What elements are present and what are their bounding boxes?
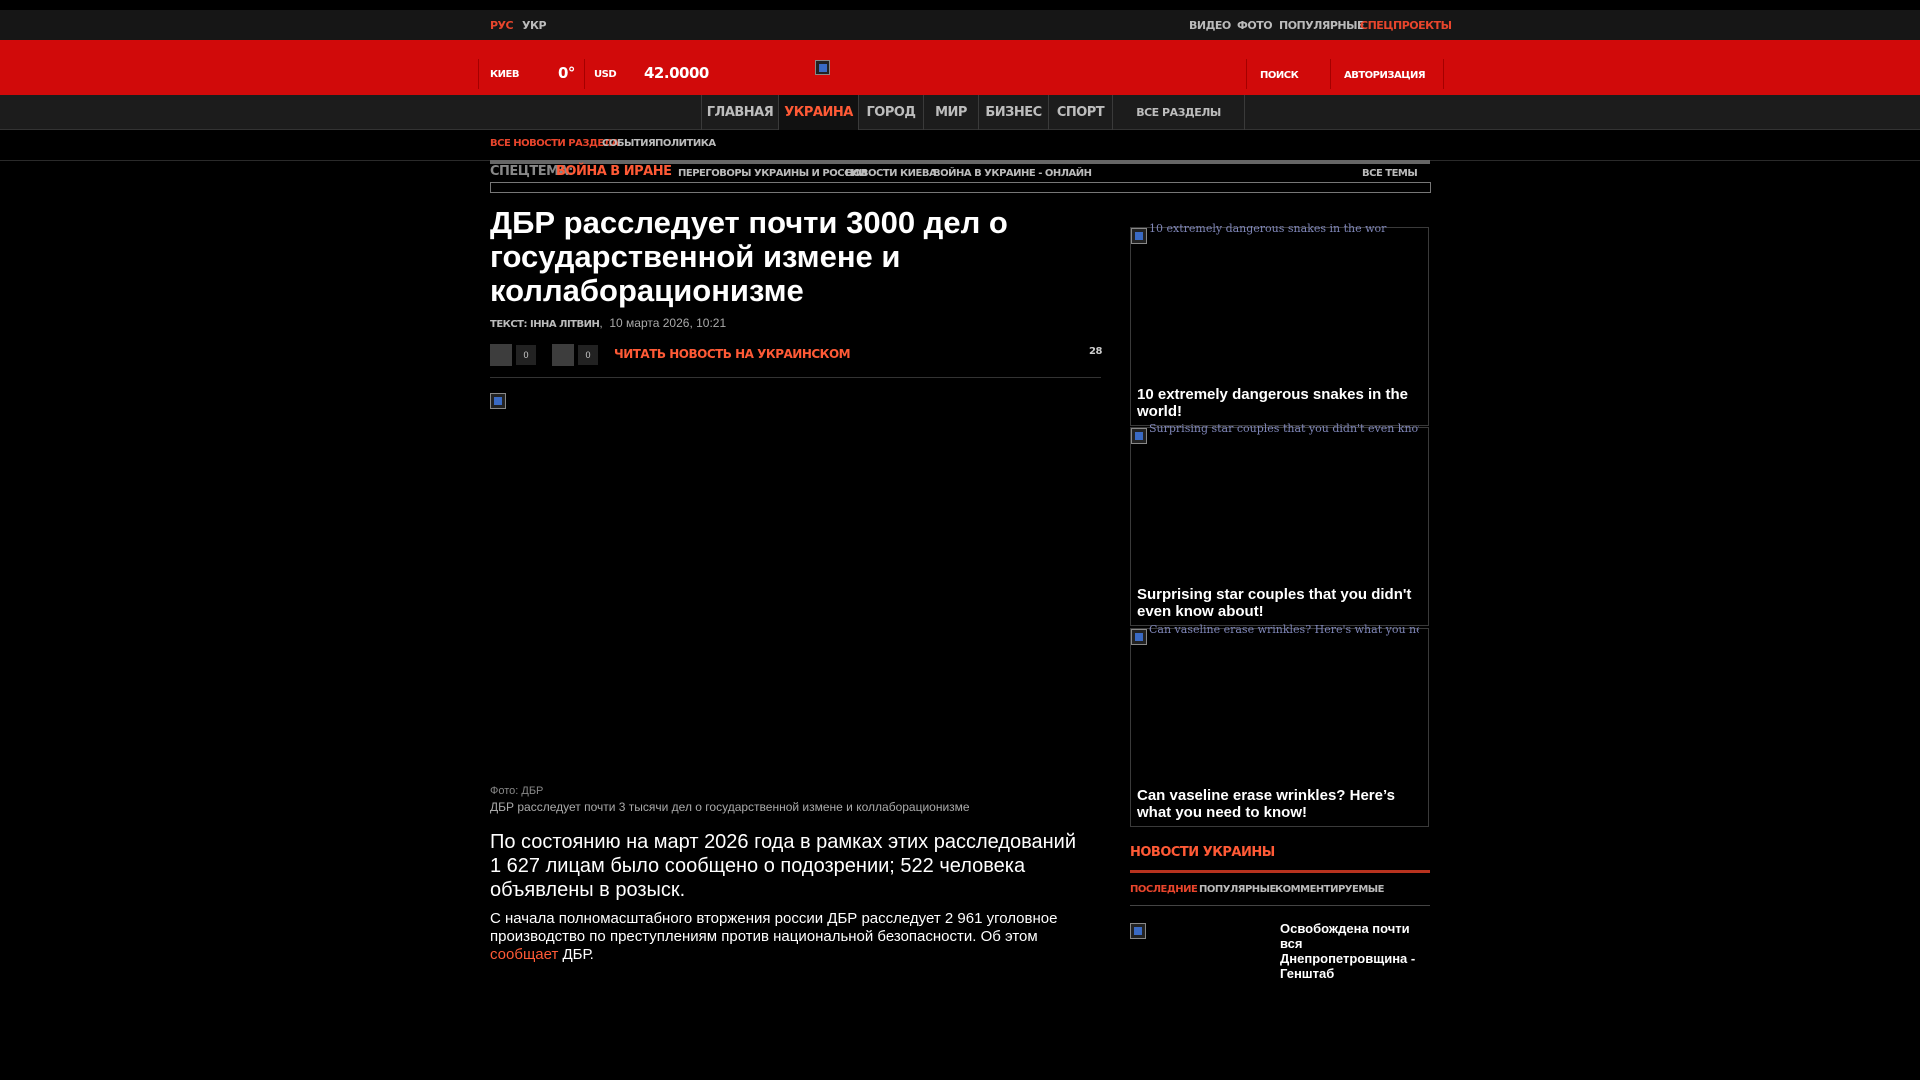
promo-image-icon [1131, 629, 1147, 645]
promo-image-alt: Surprising star couples that you didn't … [1149, 422, 1419, 435]
topic-link-negotiations[interactable]: ПЕРЕГОВОРЫ УКРАИНЫ И РОССИИ [678, 168, 867, 179]
promo-title[interactable]: Surprising star couples that you didn't … [1137, 586, 1422, 620]
special-projects-link[interactable]: СПЕЦПРОЕКТЫ [1360, 19, 1452, 32]
news-item-title[interactable]: Освобождена почти вся Днепропетровщина -… [1280, 921, 1428, 981]
subnav-politics[interactable]: ПОЛИТИКА [655, 138, 716, 149]
city-label: КИЕВ [490, 69, 520, 80]
article-lead: По состоянию на март 2026 года в рамках … [490, 831, 1077, 901]
exchange-rate: 42.0000 [644, 64, 709, 82]
promo-card[interactable]: 10 extremely dangerous snakes in the wor… [1130, 222, 1429, 426]
promo-card[interactable]: Can vaseline erase wrinkles? Here's what… [1130, 623, 1429, 827]
site-logo-icon[interactable] [815, 60, 830, 75]
share-count: 0 [578, 345, 598, 365]
tab-sport[interactable]: СПОРТ [1048, 95, 1112, 130]
login-button[interactable]: АВТОРИЗАЦИЯ [1344, 70, 1426, 81]
temperature: 0° [558, 64, 575, 82]
divider [1130, 905, 1430, 906]
divider [478, 59, 479, 89]
popular-link[interactable]: ПОПУЛЯРНЫЕ [1279, 19, 1365, 32]
all-sections-button[interactable]: ВСЕ РАЗДЕЛЫ [1112, 95, 1245, 130]
like-icon[interactable] [490, 344, 512, 366]
photo-credit: Фото: ДБР [490, 785, 544, 797]
promo-image-alt: Can vaseline erase wrinkles? Here's what… [1149, 623, 1419, 636]
read-in-ukrainian-link[interactable]: ЧИТАТЬ НОВОСТЬ НА УКРАИНСКОМ [614, 347, 851, 361]
photo-caption: ДБР расследует почти 3 тысячи дел о госу… [490, 800, 970, 814]
article-photo [490, 393, 506, 409]
article-body-end: ДБР. [558, 946, 594, 963]
tab-business[interactable]: БИЗНЕС [978, 95, 1048, 130]
top-strip: РУС УКР ВИДЕО ФОТО ПОПУЛЯРНЫЕ СПЕЦПРОЕКТ… [0, 10, 1920, 40]
subnav-events[interactable]: СОБЫТИЯ [602, 138, 656, 149]
tab-popular[interactable]: ПОПУЛЯРНЫЕ [1199, 884, 1276, 895]
all-topics-link[interactable]: ВСЕ ТЕМЫ [1362, 168, 1418, 179]
tab-home[interactable]: ГЛАВНАЯ [701, 95, 778, 130]
topic-link-war-online[interactable]: ВОЙНА В УКРАИНЕ - ОНЛАЙН [933, 168, 1092, 179]
article-body: С начала полномасштабного вторжения росс… [490, 910, 1090, 964]
lang-ua-link[interactable]: УКР [522, 19, 547, 32]
photo-link[interactable]: ФОТО [1237, 19, 1273, 32]
divider [1443, 59, 1444, 89]
tab-latest[interactable]: ПОСЛЕДНИЕ [1130, 884, 1198, 895]
video-link[interactable]: ВИДЕО [1189, 19, 1231, 32]
promo-card[interactable]: Surprising star couples that you didn't … [1130, 422, 1429, 626]
subnav-all-news[interactable]: ВСЕ НОВОСТИ РАЗДЕЛА [490, 138, 619, 149]
article-date: 10 марта 2026, 10:21 [609, 316, 727, 330]
tab-ukraine[interactable]: УКРАИНА [778, 95, 858, 130]
divider [1246, 59, 1247, 89]
promo-title[interactable]: Can vaseline erase wrinkles? Here’s what… [1137, 787, 1422, 821]
source-link[interactable]: сообщает [490, 946, 558, 963]
ukraine-news-heading[interactable]: НОВОСТИ УКРАИНЫ [1130, 845, 1275, 860]
article-author: ТЕКСТ: ІННА ЛІТВИН [490, 319, 600, 330]
tab-world[interactable]: МИР [923, 95, 978, 130]
tab-city[interactable]: ГОРОД [858, 95, 923, 130]
divider [1130, 870, 1430, 873]
search-button[interactable]: ПОИСК [1260, 70, 1299, 81]
divider [490, 377, 1101, 378]
views-count: 28 [1089, 346, 1102, 357]
topic-link-kyiv-news[interactable]: НОВОСТИ КИЕВА [845, 168, 937, 179]
currency-label: USD [594, 69, 617, 80]
news-thumbnail[interactable] [1130, 923, 1146, 939]
site-header: КИЕВ 0° USD 42.0000 ПОИСК АВТОРИЗАЦИЯ [0, 40, 1920, 95]
divider [1330, 59, 1331, 89]
lang-ru-link[interactable]: РУС [490, 19, 514, 32]
promo-image-icon [1131, 428, 1147, 444]
article-title: ДБР расследует почти 3000 дел о государс… [490, 205, 1008, 308]
divider [584, 59, 585, 89]
promo-title[interactable]: 10 extremely dangerous snakes in the wor… [1137, 386, 1422, 420]
main-nav: ГЛАВНАЯ УКРАИНА ГОРОД МИР БИЗНЕС СПОРТ В… [0, 95, 1920, 130]
article-body-text: С начала полномасштабного вторжения росс… [490, 910, 1058, 945]
special-topic-link[interactable]: ВОЙНА В ИРАНЕ [556, 164, 672, 179]
article-byline: ТЕКСТ: ІННА ЛІТВИН, 10 марта 2026, 10:21 [490, 316, 727, 330]
promo-image-icon [1131, 228, 1147, 244]
tab-commented[interactable]: КОММЕНТИРУЕМЫЕ [1275, 884, 1384, 895]
divider [490, 182, 1431, 193]
like-count: 0 [516, 345, 536, 365]
share-icon[interactable] [552, 344, 574, 366]
promo-image-alt: 10 extremely dangerous snakes in the wor [1149, 222, 1387, 235]
